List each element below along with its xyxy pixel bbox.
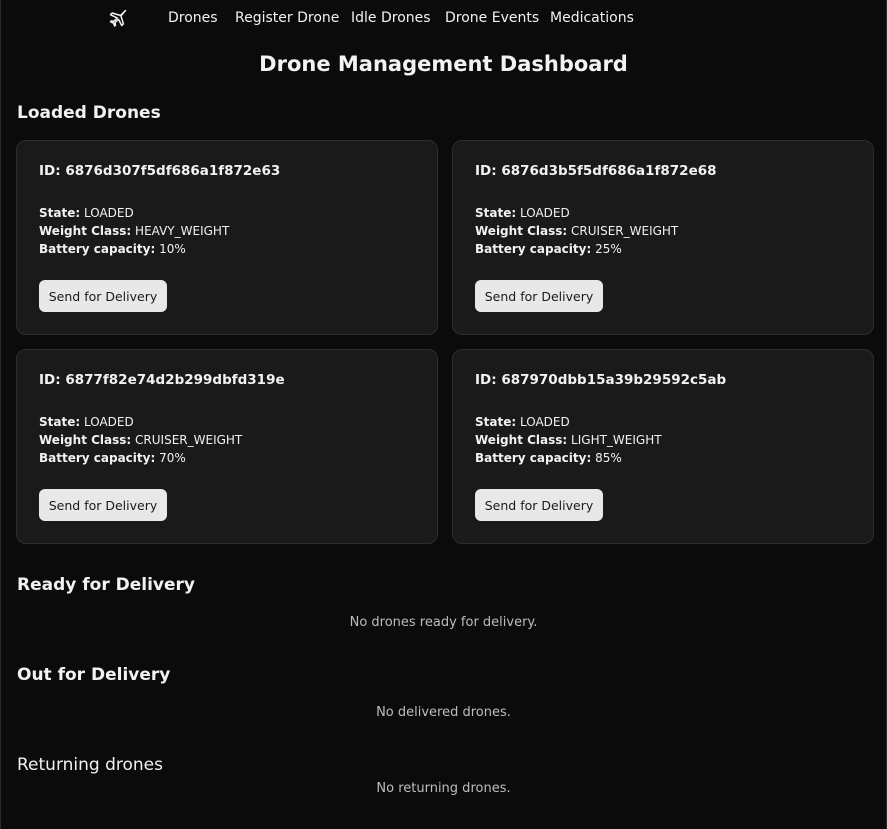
page-title: Drone Management Dashboard (259, 52, 628, 76)
drone-battery: Battery capacity: 10% (39, 242, 186, 256)
drone-weight-class: Weight Class: CRUISER_WEIGHT (475, 224, 679, 238)
drone-weight-class: Weight Class: LIGHT_WEIGHT (475, 433, 662, 447)
app-frame: Drones Register Drone Idle Drones Drone … (0, 0, 887, 829)
send-for-delivery-button[interactable]: Send for Delivery (39, 489, 167, 521)
send-for-delivery-button[interactable]: Send for Delivery (475, 489, 603, 521)
returning-drones-heading: Returning drones (17, 755, 164, 775)
airplane-icon[interactable] (108, 8, 128, 28)
ready-for-delivery-heading: Ready for Delivery (17, 575, 196, 595)
drone-card: ID: 6877f82e74d2b299dbfd319e State: LOAD… (16, 349, 438, 544)
drone-weight-class: Weight Class: HEAVY_WEIGHT (39, 224, 230, 238)
send-for-delivery-button[interactable]: Send for Delivery (39, 280, 167, 312)
drone-card: ID: 6876d307f5df686a1f872e63 State: LOAD… (16, 140, 438, 335)
drone-id: ID: 687970dbb15a39b29592c5ab (475, 372, 727, 388)
nav-link-medications[interactable]: Medications (550, 10, 634, 26)
drone-id: ID: 6876d307f5df686a1f872e63 (39, 163, 281, 179)
drone-state: State: LOADED (39, 206, 134, 220)
ready-empty-message: No drones ready for delivery. (349, 615, 538, 630)
nav-link-register-drone[interactable]: Register Drone (235, 10, 339, 26)
drone-weight-class: Weight Class: CRUISER_WEIGHT (39, 433, 243, 447)
returning-empty-message: No returning drones. (376, 781, 511, 796)
drone-id: ID: 6876d3b5f5df686a1f872e68 (475, 163, 717, 179)
out-empty-message: No delivered drones. (376, 705, 511, 720)
loaded-drones-heading: Loaded Drones (17, 103, 161, 123)
out-for-delivery-heading: Out for Delivery (17, 665, 171, 685)
drone-state: State: LOADED (39, 415, 134, 429)
drone-battery: Battery capacity: 70% (39, 451, 186, 465)
drone-id: ID: 6877f82e74d2b299dbfd319e (39, 372, 285, 388)
drone-card: ID: 687970dbb15a39b29592c5ab State: LOAD… (452, 349, 874, 544)
nav-link-idle-drones[interactable]: Idle Drones (351, 10, 431, 26)
drone-card: ID: 6876d3b5f5df686a1f872e68 State: LOAD… (452, 140, 874, 335)
drone-battery: Battery capacity: 85% (475, 451, 622, 465)
drone-battery: Battery capacity: 25% (475, 242, 622, 256)
drone-state: State: LOADED (475, 206, 570, 220)
send-for-delivery-button[interactable]: Send for Delivery (475, 280, 603, 312)
drone-state: State: LOADED (475, 415, 570, 429)
nav-link-drone-events[interactable]: Drone Events (445, 10, 539, 26)
top-nav: Drones Register Drone Idle Drones Drone … (1, 0, 886, 36)
nav-link-drones[interactable]: Drones (168, 10, 218, 26)
